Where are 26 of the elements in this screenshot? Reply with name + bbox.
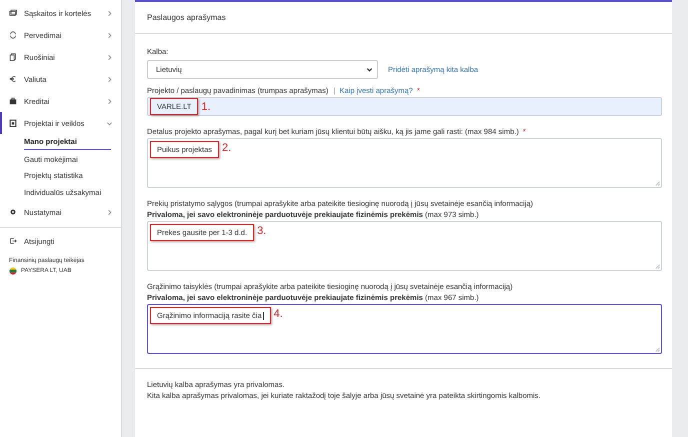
briefcase-icon (9, 97, 17, 105)
clipboard-icon (9, 119, 17, 127)
euro-icon (9, 75, 17, 83)
copy-icon (9, 53, 17, 61)
gear-icon (9, 208, 17, 216)
annotation-number: 4. (274, 307, 283, 321)
annotation-number: 2. (222, 141, 232, 155)
chevron-right-icon (106, 208, 113, 216)
chevron-right-icon (106, 54, 113, 60)
refresh-icon (9, 31, 17, 39)
chevron-right-icon (106, 98, 113, 104)
text-cursor (262, 312, 264, 320)
flag-icon (9, 267, 17, 275)
resize-grip-icon (655, 347, 660, 352)
chevron-down-icon (106, 120, 113, 126)
chevron-right-icon (106, 32, 113, 38)
chevron-right-icon (106, 76, 113, 82)
chevron-right-icon (106, 10, 113, 16)
logout-icon (9, 237, 17, 245)
resize-grip-icon (655, 264, 660, 269)
resize-grip-icon (655, 181, 660, 186)
annotation-number: 1. (201, 100, 211, 114)
card-title: Paslaugos aprašymas (135, 2, 672, 34)
card-icon (9, 9, 17, 17)
chevron-down-icon (366, 66, 373, 73)
annotation-number: 3. (257, 224, 266, 238)
